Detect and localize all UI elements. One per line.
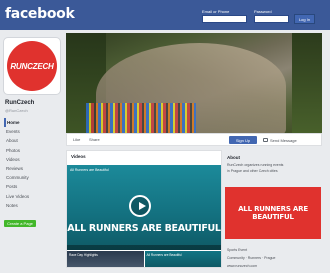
cover-runners [86,103,196,133]
video-thumbnail[interactable]: All Runners are Beautiful [144,251,221,267]
sign-up-button[interactable]: Sign Up [229,136,257,144]
page-title[interactable]: RunCzech [5,100,34,106]
nav-item-posts[interactable]: Posts [4,182,60,191]
message-icon [263,138,268,142]
info-line-category[interactable]: Sports Event [227,248,247,252]
info-line-tags[interactable]: Community · Runners · Prague [227,256,275,260]
videos-header[interactable]: Videos [71,154,86,159]
nav-item-reviews[interactable]: Reviews [4,164,60,173]
play-icon[interactable] [129,195,151,217]
video-player[interactable]: All Runners are Beautiful ALL RUNNERS AR… [67,165,221,250]
page-handle: @RunCzech [5,108,28,113]
promo-banner[interactable]: ALL RUNNERS ARE BEAUTIFUL [225,187,321,239]
video-slogan: ALL RUNNERS ARE BEAUTIFUL [67,223,221,234]
about-text-line: in Prague and other Czech cities [227,169,278,173]
about-text-line: RunCzech organizes running events [227,163,284,167]
email-label: Email or Phone [202,9,230,14]
nav-item-live-videos[interactable]: Live Videos [4,192,60,201]
send-message-button[interactable]: Send Message [263,136,303,144]
nav-item-photos[interactable]: Photos [4,146,60,155]
create-page-button[interactable]: Create a Page [4,220,36,227]
video-thumbnails: Race Day Highlights All Runners are Beau… [67,251,221,267]
page-nav: Home Events About Photos Videos Reviews … [4,118,60,210]
videos-card: Videos All Runners are Beautiful ALL RUN… [66,150,222,268]
avatar-text: RUNCZECH [10,61,54,71]
cover-photo[interactable] [66,33,322,133]
login-button[interactable]: Log In [294,14,315,24]
nav-item-videos[interactable]: Videos [4,155,60,164]
video-controls[interactable] [67,245,221,250]
promo-text: ALL RUNNERS ARE BEAUTIFUL [238,205,308,221]
top-bar: facebook Email or Phone Password Log In [0,0,330,30]
info-line-website[interactable]: www.runczech.com [227,264,257,268]
facebook-page-screen: facebook Email or Phone Password Log In … [0,0,330,273]
page-avatar[interactable]: RUNCZECH [4,38,60,94]
email-field[interactable] [202,15,247,23]
about-header[interactable]: About [227,155,240,160]
video-title: All Runners are Beautiful [70,168,109,172]
nav-item-about[interactable]: About [4,136,60,145]
cover-trees-right [292,33,322,133]
facebook-logo[interactable]: facebook [5,6,75,22]
nav-item-community[interactable]: Community [4,173,60,182]
nav-item-events[interactable]: Events [4,127,60,136]
password-label: Password [254,9,272,14]
like-button[interactable]: Like [73,137,80,142]
runczech-logo: RUNCZECH [7,41,57,91]
thumbnail-title: All Runners are Beautiful [146,253,182,257]
share-button[interactable]: Share [89,137,100,142]
nav-item-notes[interactable]: Notes [4,201,60,210]
password-field[interactable] [254,15,289,23]
thumbnail-title: Race Day Highlights [69,253,98,257]
nav-item-home[interactable]: Home [4,118,60,128]
video-thumbnail[interactable]: Race Day Highlights [67,251,144,267]
send-message-label: Send Message [270,137,297,143]
